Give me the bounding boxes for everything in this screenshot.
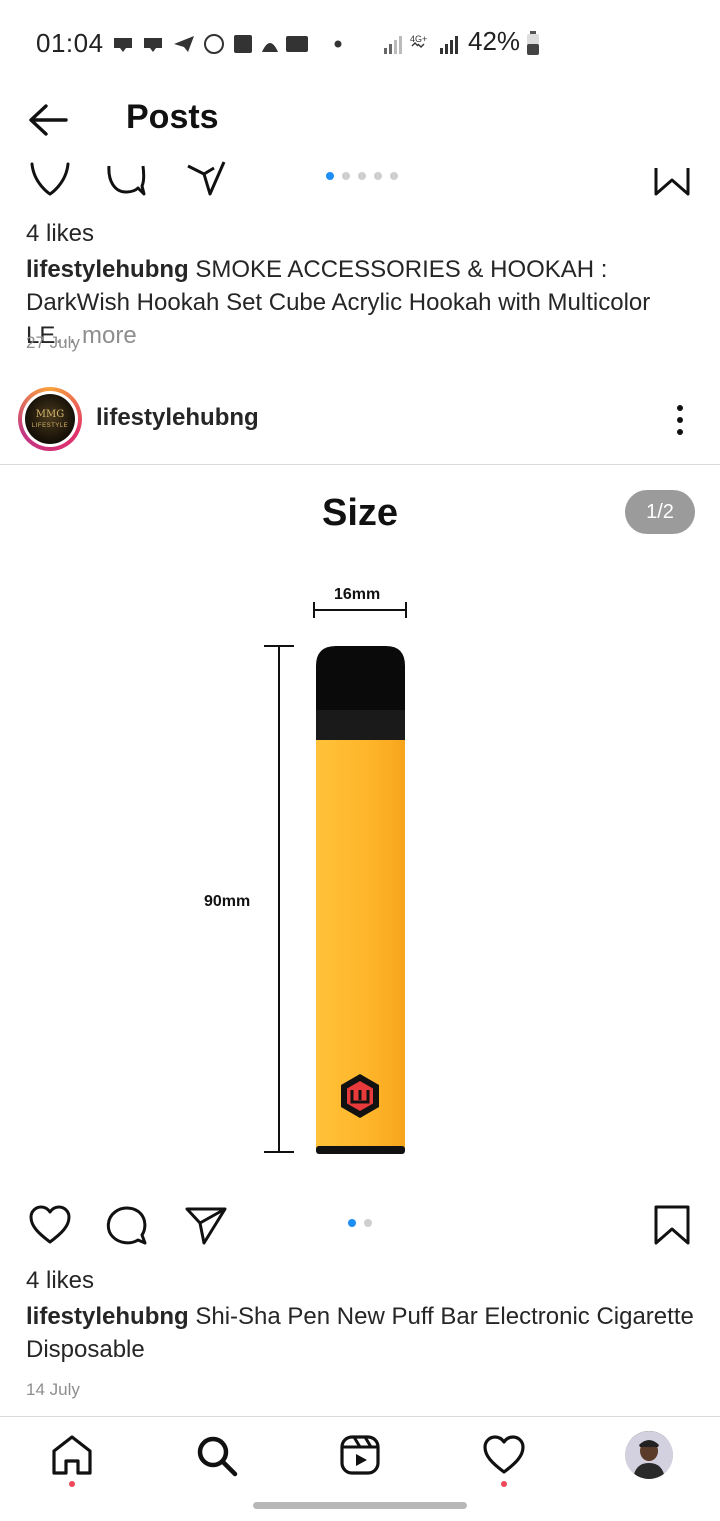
page-title: Posts — [126, 98, 219, 136]
status-bar: 01:04 4G+ 42% — [0, 0, 720, 88]
signal-icons: 4G+ — [384, 34, 458, 54]
status-time: 01:04 — [36, 28, 104, 58]
caption-username[interactable]: lifestylehubng — [26, 1303, 189, 1330]
battery-icon — [527, 31, 539, 55]
activity-notification-dot — [501, 1481, 507, 1487]
profile-avatar[interactable] — [625, 1431, 673, 1479]
comment-icon[interactable] — [104, 1203, 148, 1247]
likes-count[interactable]: 4 likes — [26, 220, 94, 248]
caption-more-link[interactable]: more — [82, 322, 137, 349]
more-options-icon[interactable] — [670, 404, 690, 436]
carousel-indicator — [348, 1219, 372, 1227]
avatar-image: MMG LIFESTYLE — [25, 394, 75, 444]
back-arrow-icon[interactable] — [26, 102, 70, 138]
like-heart-icon[interactable] — [28, 1203, 72, 1247]
post-date: 27 July — [26, 333, 80, 352]
profile-avatar-image — [625, 1431, 673, 1479]
carousel-dot — [342, 172, 350, 180]
carousel-indicator-previous — [326, 172, 398, 180]
save-bookmark-icon[interactable] — [650, 158, 694, 198]
height-dimension-label: 90mm — [204, 893, 251, 910]
likes-count[interactable]: 4 likes — [26, 1267, 94, 1295]
reels-icon[interactable] — [338, 1433, 382, 1477]
carousel-dot — [374, 172, 382, 180]
caption-username[interactable]: lifestylehubng — [26, 256, 189, 283]
carousel-dot — [358, 172, 366, 180]
carousel-dot — [390, 172, 398, 180]
svg-text:4G+: 4G+ — [410, 34, 427, 44]
comment-icon[interactable] — [104, 158, 148, 200]
avatar-logo-subtext: LIFESTYLE — [31, 423, 69, 429]
post-caption: lifestylehubng Shi-Sha Pen New Puff Bar … — [26, 1300, 694, 1366]
product-illustration — [264, 602, 407, 1154]
notification-icons — [114, 34, 342, 54]
top-app-bar: Posts — [0, 88, 720, 152]
search-icon[interactable] — [194, 1433, 238, 1477]
divider — [0, 464, 720, 465]
post-avatar[interactable]: MMG LIFESTYLE — [18, 387, 82, 451]
carousel-dot — [364, 1219, 372, 1227]
carousel-dot — [326, 172, 334, 180]
post-caption: lifestylehubng SMOKE ACCESSORIES & HOOKA… — [26, 253, 694, 352]
like-heart-icon[interactable] — [28, 158, 72, 198]
avatar-logo-text: MMG — [35, 409, 65, 420]
save-bookmark-icon[interactable] — [650, 1203, 694, 1247]
share-send-icon[interactable] — [184, 1203, 228, 1247]
post-image[interactable]: Size 1/2 16mm 90mm — [0, 466, 720, 1196]
battery-percentage: 42% — [468, 26, 521, 56]
post-username[interactable]: lifestylehubng — [96, 404, 259, 432]
activity-heart-icon[interactable] — [482, 1433, 526, 1477]
width-dimension-label: 16mm — [334, 586, 381, 603]
home-icon[interactable] — [50, 1433, 94, 1477]
carousel-dot — [348, 1219, 356, 1227]
share-send-icon[interactable] — [184, 158, 228, 198]
post-date: 14 July — [26, 1380, 80, 1399]
home-notification-dot — [69, 1481, 75, 1487]
system-home-indicator[interactable] — [253, 1502, 467, 1509]
